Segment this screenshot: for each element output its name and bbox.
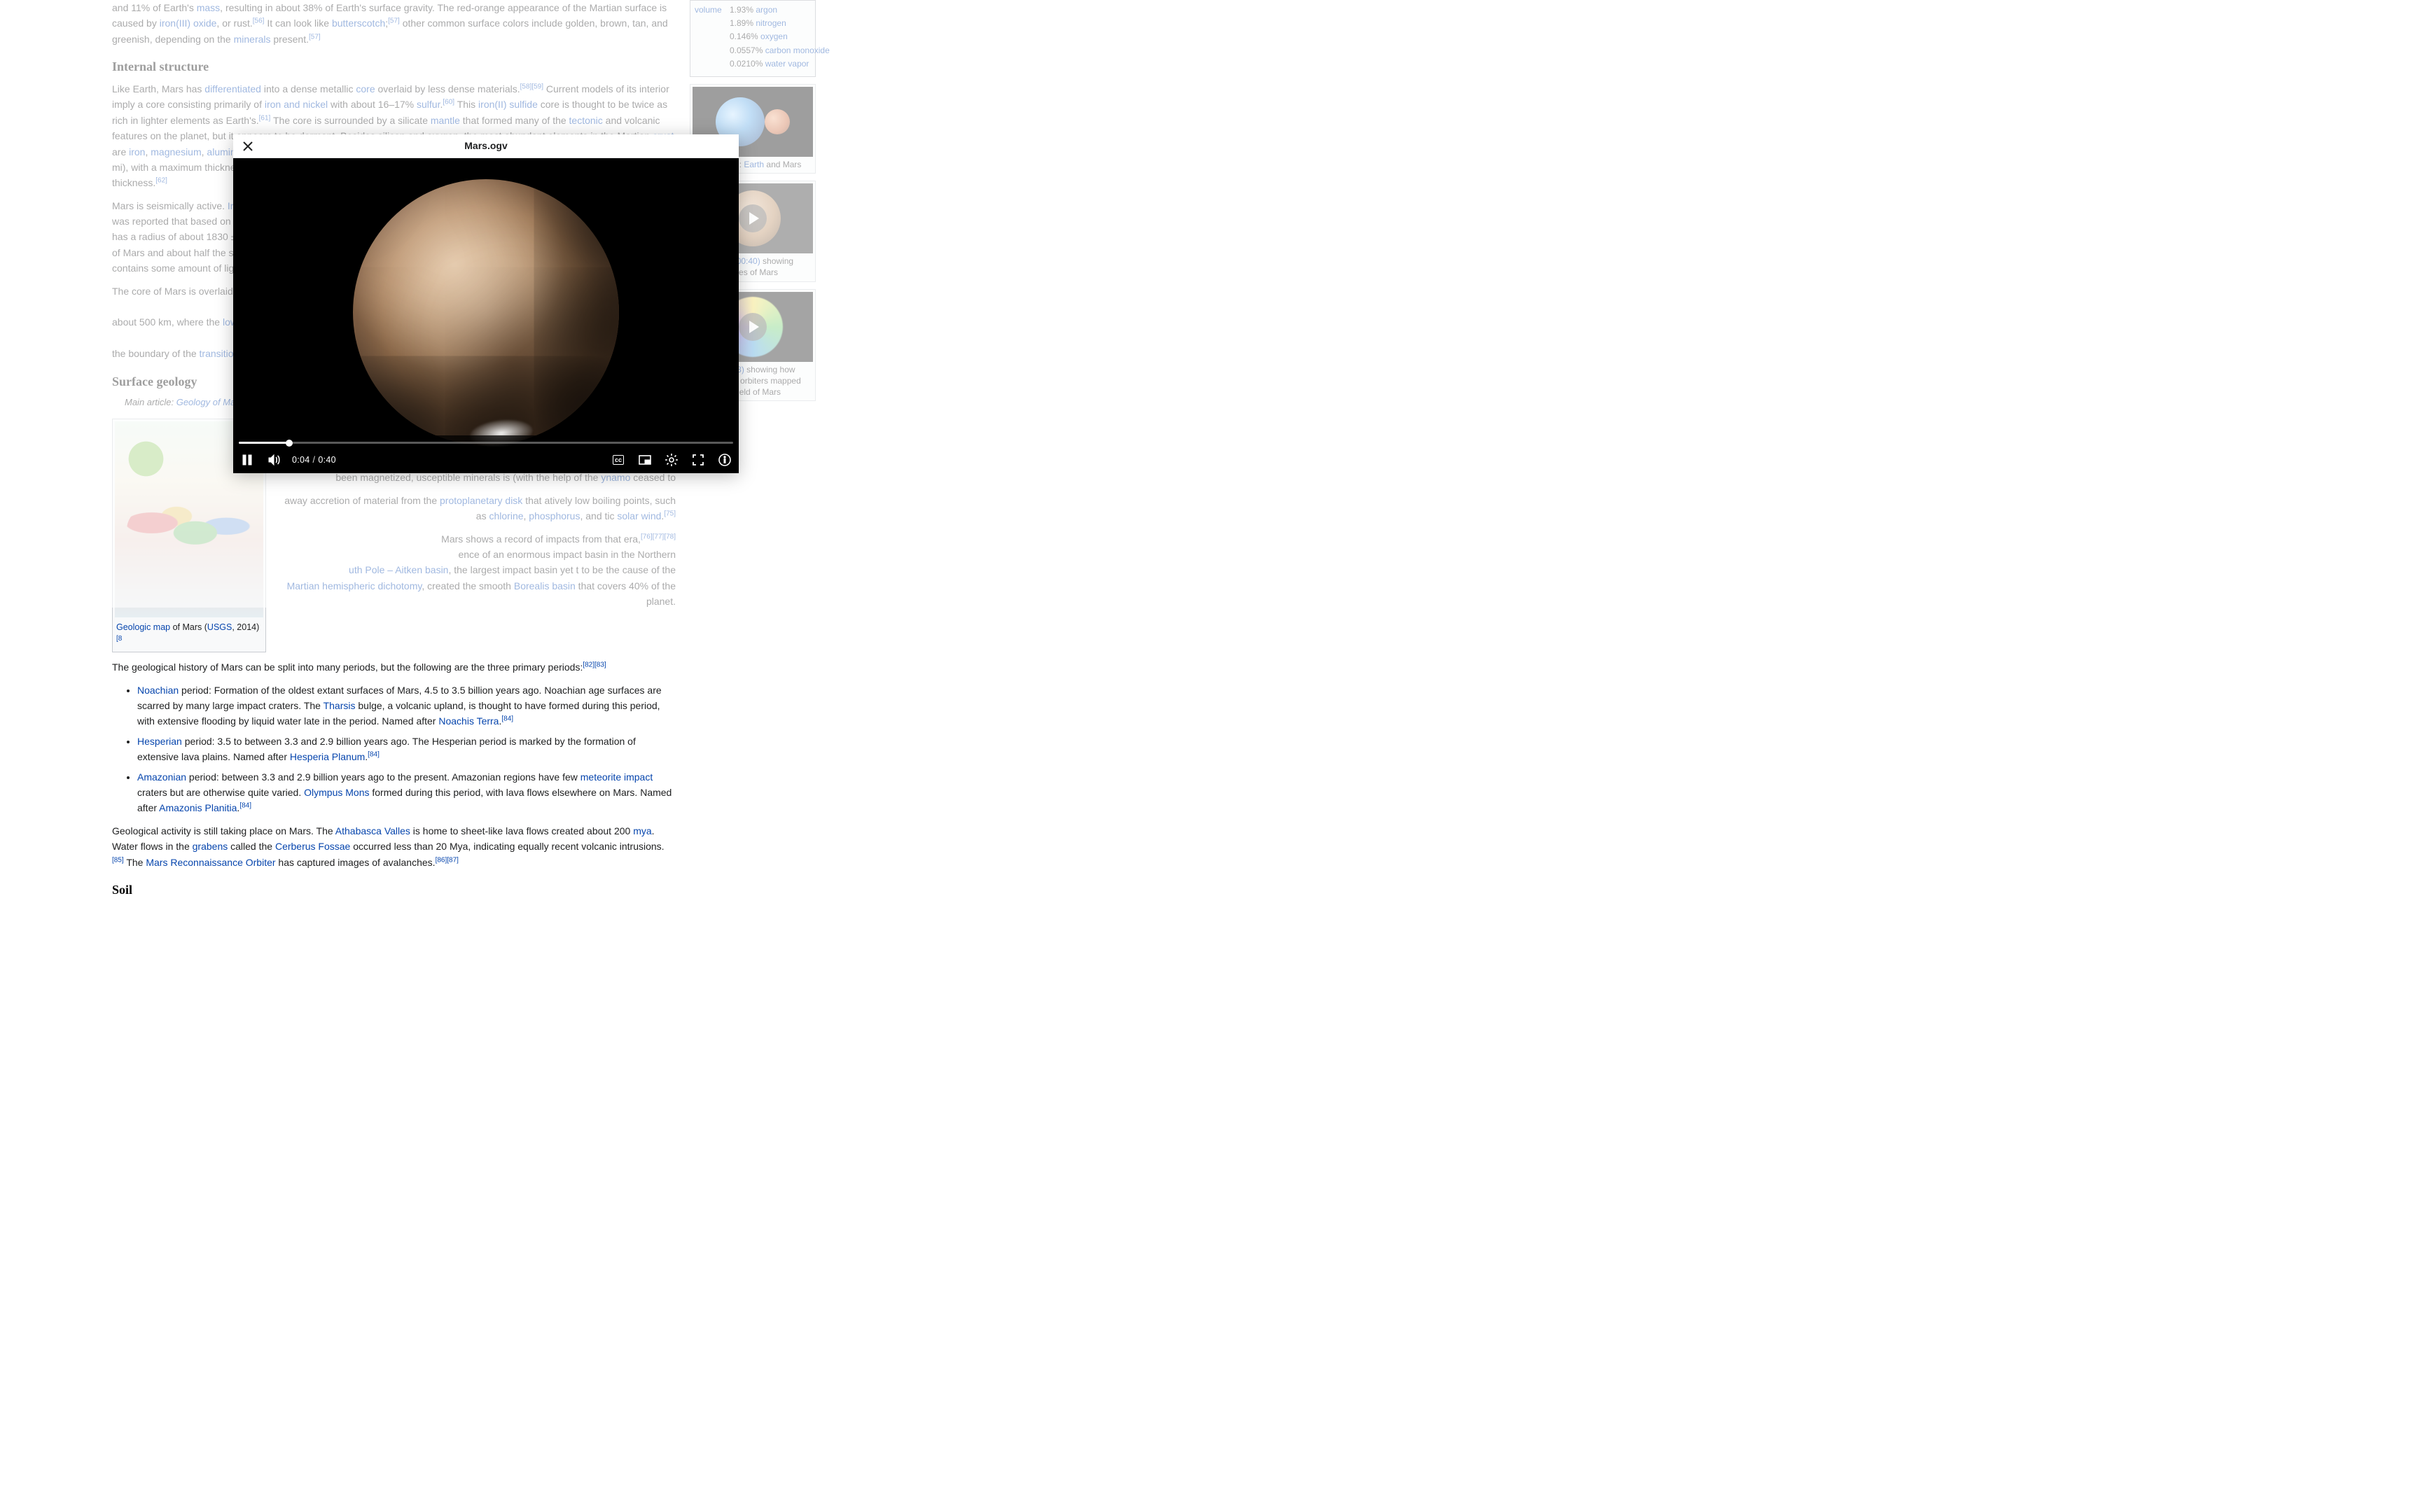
ref-85[interactable]: [85] [112,856,124,864]
info-icon [718,453,732,467]
pip-button[interactable] [637,451,653,468]
list-item: Noachian period: Formation of the oldest… [137,682,676,729]
link-mro[interactable]: Mars Reconnaissance Orbiter [146,857,275,868]
time-display: 0:04 / 0:40 [292,453,336,467]
heading-soil: Soil [112,880,676,900]
gear-icon [665,453,679,467]
progress-bar[interactable] [233,438,739,447]
ref-84a[interactable]: [84] [501,715,513,723]
list-item: Hesperian period: 3.5 to between 3.3 and… [137,734,676,765]
link-grabens[interactable]: grabens [193,841,228,852]
captions-icon: cc [613,455,624,465]
ref-84b[interactable]: [84] [368,751,380,759]
fullscreen-icon [691,453,705,467]
link-noachis-terra[interactable]: Noachis Terra [438,715,499,727]
dialog-title: Mars.ogv [233,138,739,153]
pip-icon [638,453,652,467]
settings-button[interactable] [663,451,680,468]
pause-icon [240,453,254,467]
link-mya[interactable]: mya [633,825,651,836]
ref-84c[interactable]: [84] [239,802,251,810]
fullscreen-button[interactable] [690,451,707,468]
link-hesperian[interactable]: Hesperian [137,736,182,747]
periods-list: Noachian period: Formation of the oldest… [137,682,676,816]
video-area[interactable]: 0:04 / 0:40 cc [233,158,739,473]
video-dialog: Mars.ogv 0:04 / 0:40 [233,134,739,473]
link-athabasca-valles[interactable]: Athabasca Valles [335,825,410,836]
progress-fill [239,442,289,444]
progress-knob[interactable] [286,440,293,447]
video-controls: 0:04 / 0:40 cc [233,435,739,473]
time-current: 0:04 [292,453,310,467]
captions-button[interactable]: cc [610,451,627,468]
progress-track [239,442,733,444]
ref-86[interactable]: [86] [436,856,447,864]
link-noachian[interactable]: Noachian [137,685,179,696]
link-geologic-map[interactable]: Geologic map [116,622,170,632]
geologic-map-caption: Geologic map of Mars (USGS, 2014)[8 [115,617,263,650]
activity-paragraph: Geological activity is still taking plac… [112,823,676,870]
pause-button[interactable] [239,451,256,468]
ref-geomap[interactable]: [8 [116,635,122,643]
link-hesperia-planum[interactable]: Hesperia Planum [290,751,365,762]
close-icon [242,141,253,152]
link-olympus-mons[interactable]: Olympus Mons [304,787,369,798]
list-item: Amazonian period: between 3.3 and 2.9 bi… [137,769,676,816]
link-cerberus-fossae[interactable]: Cerberus Fossae [275,841,350,852]
link-amazonis-planitia[interactable]: Amazonis Planitia [159,802,237,813]
link-usgs[interactable]: USGS [207,622,232,632]
link-meteorite-impact[interactable]: meteorite impact [580,771,653,783]
ref-83[interactable]: [83] [594,662,606,669]
mars-render [353,179,619,445]
dialog-header: Mars.ogv [233,134,739,158]
volume-icon [267,453,281,467]
surface-p5: The geological history of Mars can be sp… [112,659,676,675]
time-duration: 0:40 [318,453,336,467]
volume-button[interactable] [265,451,282,468]
link-tharsis[interactable]: Tharsis [324,700,356,711]
close-button[interactable] [239,137,257,155]
info-button[interactable] [716,451,733,468]
video-frame [233,158,739,473]
ref-87[interactable]: [87] [447,856,459,864]
link-amazonian[interactable]: Amazonian [137,771,186,783]
ref-82[interactable]: [82] [583,662,594,669]
